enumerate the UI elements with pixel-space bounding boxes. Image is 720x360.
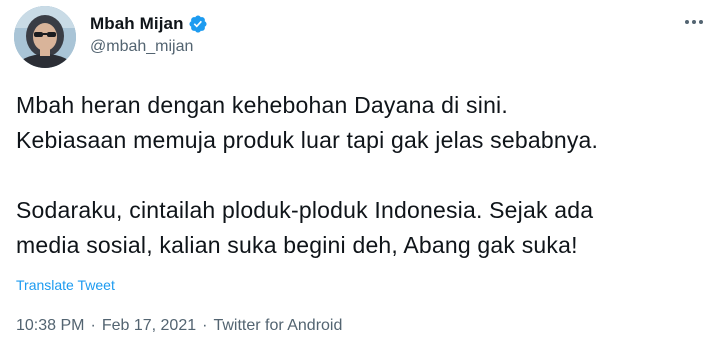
author-name-row[interactable]: Mbah Mijan bbox=[90, 12, 208, 36]
more-dot bbox=[685, 20, 689, 24]
author-display-name[interactable]: Mbah Mijan bbox=[90, 14, 184, 34]
tweet-date[interactable]: Feb 17, 2021 bbox=[102, 317, 196, 335]
tweet-metadata: 10:38 PM · Feb 17, 2021 · Twitter for An… bbox=[16, 317, 342, 335]
tweet-line: Sodaraku, cintailah ploduk-ploduk Indone… bbox=[16, 197, 594, 223]
meta-separator: · bbox=[202, 317, 208, 334]
tweet-text: Mbah heran dengan kehebohan Dayana di si… bbox=[16, 88, 716, 263]
tweet-line: media sosial, kalian suka begini deh, Ab… bbox=[16, 232, 578, 258]
more-dot bbox=[692, 20, 696, 24]
avatar-image bbox=[14, 6, 76, 68]
tweet-line: Mbah heran dengan kehebohan Dayana di si… bbox=[16, 92, 508, 118]
author-handle[interactable]: @mbah_mijan bbox=[90, 38, 193, 56]
more-dot bbox=[699, 20, 703, 24]
tweet-card: Mbah Mijan @mbah_mijan Mbah heran dengan… bbox=[0, 0, 720, 360]
more-options-icon[interactable] bbox=[680, 12, 708, 32]
avatar[interactable] bbox=[14, 6, 76, 68]
tweet-line: Kebiasaan memuja produk luar tapi gak je… bbox=[16, 127, 599, 153]
translate-tweet-link[interactable]: Translate Tweet bbox=[16, 277, 115, 293]
meta-separator: · bbox=[90, 317, 96, 334]
tweet-time[interactable]: 10:38 PM bbox=[16, 317, 84, 335]
tweet-source[interactable]: Twitter for Android bbox=[213, 317, 342, 335]
verified-badge-icon bbox=[188, 14, 208, 34]
